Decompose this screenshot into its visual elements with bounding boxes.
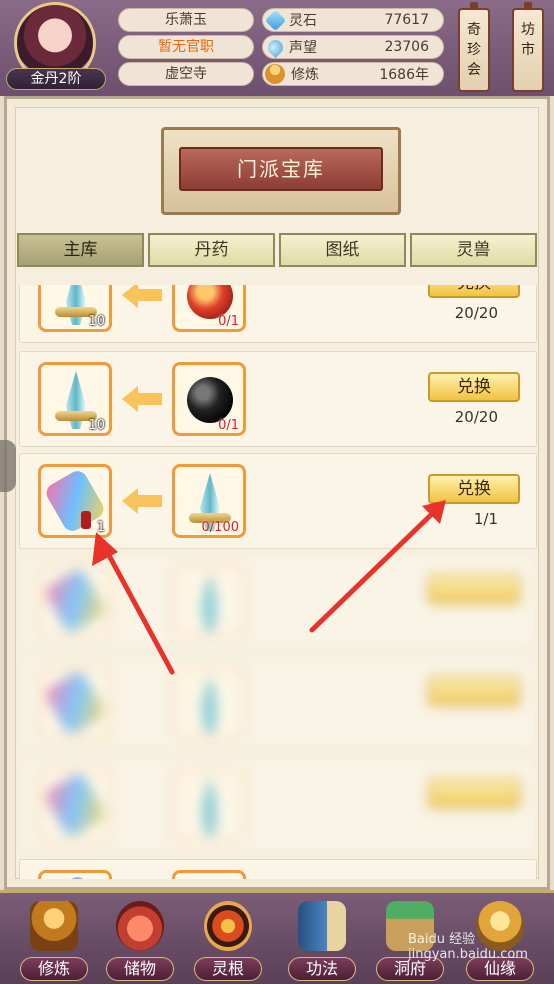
cost-count: 0/1: [218, 314, 239, 329]
stat-value: 23706: [384, 39, 429, 55]
nav-technique[interactable]: 功法: [280, 897, 364, 983]
tab-bar: 主库 丹药 图纸 灵兽: [17, 233, 537, 267]
player-info: 乐萧玉 暂无官职 虚空寺: [118, 8, 254, 89]
nav-label: 灵根: [194, 957, 262, 981]
blurred-row: [19, 655, 537, 751]
sword-icon: [66, 285, 86, 325]
blurred-row: [19, 757, 537, 853]
target-item-slot[interactable]: 1: [38, 464, 112, 538]
cost-item-slot: [172, 564, 246, 638]
cost-item-slot[interactable]: 0/1: [172, 285, 246, 332]
cost-item-slot: [172, 768, 246, 842]
player-avatar-area[interactable]: 金丹2阶: [6, 2, 106, 90]
panel-title: 门派宝库: [179, 147, 383, 191]
cost-item-slot[interactable]: 0/1: [172, 362, 246, 436]
item-count: 10: [88, 418, 105, 433]
exchange-button-blurred: [428, 574, 520, 604]
scroll-icon: [42, 873, 108, 879]
target-item-slot: [38, 768, 112, 842]
item-count: 1: [96, 520, 105, 535]
storage-bag-icon: [116, 901, 164, 951]
sword-icon: [200, 675, 220, 733]
player-name: 乐萧玉: [118, 8, 254, 32]
nav-label: 储物: [106, 957, 174, 981]
target-item-slot[interactable]: 10: [38, 285, 112, 332]
black-orb-icon: [187, 377, 233, 423]
spirit-stone-icon: [264, 9, 287, 31]
scroll-icon: [42, 567, 108, 635]
target-item-slot[interactable]: [38, 870, 112, 879]
watermark: Baidu 经验 jingyan.baidu.com: [408, 932, 528, 962]
exchange-button-blurred: [428, 676, 520, 706]
cost-item-slot[interactable]: 0/100: [172, 464, 246, 538]
stat-spirit-stone: 灵石 77617: [262, 8, 444, 32]
tab-beasts[interactable]: 灵兽: [410, 233, 537, 267]
exchange-button[interactable]: 兑换: [428, 474, 520, 504]
stat-value: 1686年: [379, 67, 429, 83]
stock-count: 1/1: [473, 510, 498, 528]
sect-treasury-panel: 门派宝库 主库 丹药 图纸 灵兽 10 0/1 兑换 20/20: [4, 96, 550, 890]
stat-value: 77617: [384, 12, 429, 28]
nav-storage[interactable]: 储物: [98, 897, 182, 983]
stat-label: 声望: [289, 40, 317, 56]
market-button[interactable]: 坊市: [512, 2, 544, 92]
tab-blueprints[interactable]: 图纸: [279, 233, 406, 267]
exchange-button[interactable]: 兑换: [428, 285, 520, 298]
stat-label: 灵石: [289, 13, 317, 29]
cost-count: 0/1: [218, 418, 239, 433]
nav-label: 修炼: [20, 957, 88, 981]
cultivation-icon: [265, 64, 285, 84]
stat-cultivation: 修炼 1686年: [262, 62, 444, 86]
target-item-slot: [38, 666, 112, 740]
panel-banner: 门派宝库: [161, 127, 401, 215]
treasure-auction-button[interactable]: 奇珍会: [458, 2, 490, 92]
hang-label: 奇珍会: [467, 22, 481, 78]
tab-main[interactable]: 主库: [17, 233, 144, 267]
exchange-row: 10 0/1 兑换 20/20: [19, 285, 537, 343]
scroll-icon: [42, 771, 108, 839]
hang-label: 坊市: [521, 22, 535, 58]
exchange-arrow-icon: [122, 285, 162, 308]
resource-stats: 灵石 77617 声望 23706 修炼 1686年: [262, 8, 444, 89]
cost-item-slot: [172, 666, 246, 740]
cost-item-slot[interactable]: [172, 870, 246, 879]
stat-label: 修炼: [291, 67, 319, 83]
top-status-bar: 金丹2阶 乐萧玉 暂无官职 虚空寺 灵石 77617 声望 23706 修炼 1…: [0, 0, 554, 96]
sword-icon: [200, 573, 220, 631]
exchange-row: 1 0/100 兑换 1/1: [19, 453, 537, 549]
rank-badge: 金丹2阶: [6, 68, 106, 90]
nav-cultivate[interactable]: 修炼: [12, 897, 96, 983]
tab-pills[interactable]: 丹药: [148, 233, 275, 267]
scroll-icon: [42, 669, 108, 737]
exchange-row-partial: [19, 859, 537, 879]
target-item-slot: [38, 564, 112, 638]
cultivate-icon: [30, 901, 78, 951]
official-title[interactable]: 暂无官职: [118, 35, 254, 59]
item-count: 10: [88, 314, 105, 329]
stock-count: 20/20: [454, 408, 498, 426]
target-item-slot[interactable]: 10: [38, 362, 112, 436]
nav-label: 功法: [288, 957, 356, 981]
sword-icon: [200, 777, 220, 835]
exchange-arrow-icon: [122, 386, 162, 412]
tassel-icon: [81, 511, 91, 529]
exchange-button-blurred: [428, 778, 520, 808]
nav-spirit-root[interactable]: 灵根: [186, 897, 270, 983]
stock-count: 20/20: [454, 304, 498, 322]
cost-count: 0/100: [201, 520, 239, 535]
side-drawer-handle[interactable]: [0, 440, 16, 492]
exchange-button[interactable]: 兑换: [428, 372, 520, 402]
exchange-arrow-icon: [122, 488, 162, 514]
blurred-row: [19, 553, 537, 649]
exchange-list[interactable]: 10 0/1 兑换 20/20 10 0/1: [19, 285, 537, 879]
technique-book-icon: [298, 901, 346, 951]
sect-name: 虚空寺: [118, 62, 254, 86]
exchange-row: 10 0/1 兑换 20/20: [19, 351, 537, 447]
prestige-icon: [264, 36, 287, 58]
stat-prestige: 声望 23706: [262, 35, 444, 59]
spirit-root-icon: [204, 901, 252, 951]
